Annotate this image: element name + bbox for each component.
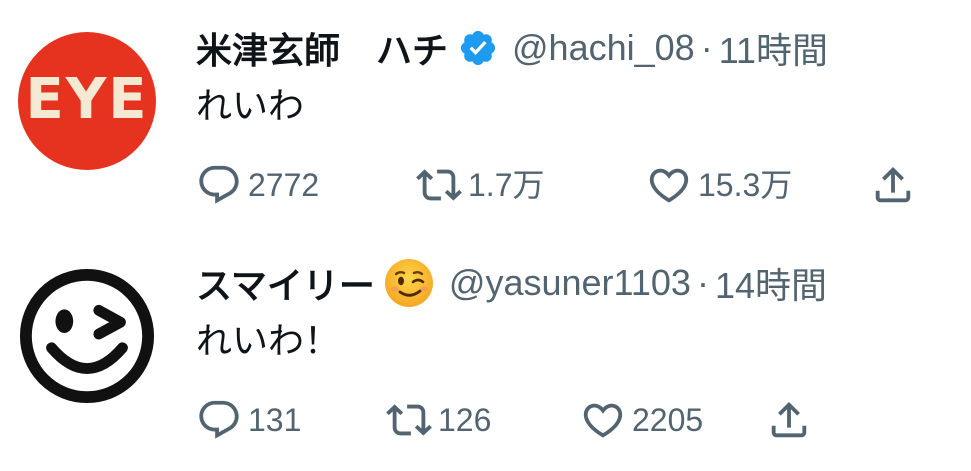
reply-count: 2772	[248, 167, 320, 203]
separator-dot: ·	[700, 27, 713, 68]
retweet-count: 126	[438, 402, 492, 438]
like-count: 2205	[632, 402, 704, 438]
avatar[interactable]: EYE	[18, 32, 156, 170]
separator-dot: ·	[696, 262, 709, 303]
share-icon	[771, 401, 807, 438]
reply-count: 131	[248, 402, 302, 438]
avatar[interactable]	[18, 267, 156, 405]
share-button[interactable]	[766, 393, 812, 447]
retweet-button[interactable]: 1.7万	[416, 158, 545, 212]
verified-badge-icon	[458, 28, 498, 68]
tweet[interactable]: スマイリー @yasuner1103 · 14時間 れいわ！ 131 126 2…	[0, 235, 971, 471]
timestamp[interactable]: 11時間	[719, 22, 828, 74]
tweet-header: 米津玄師 ハチ @hachi_08 · 11時間	[196, 26, 828, 71]
reply-icon	[199, 400, 239, 439]
like-icon	[649, 168, 689, 203]
display-name[interactable]: スマイリー	[196, 257, 375, 309]
reply-button[interactable]: 2772	[196, 158, 319, 212]
action-bar: 2772 1.7万 15.3万	[196, 158, 936, 212]
like-icon	[583, 403, 623, 438]
tweet-header: スマイリー @yasuner1103 · 14時間	[196, 259, 827, 307]
display-name[interactable]: 米津玄師 ハチ	[196, 22, 448, 74]
timestamp[interactable]: 14時間	[715, 257, 827, 309]
avatar-logo-text: EYE	[25, 67, 149, 132]
winking-face-icon	[383, 257, 435, 309]
share-icon	[875, 166, 911, 203]
tweet-text: れいわ	[196, 85, 305, 126]
reply-button[interactable]: 131	[196, 393, 301, 447]
retweet-icon	[386, 404, 432, 436]
share-button[interactable]	[870, 158, 916, 212]
reply-icon	[199, 165, 239, 204]
retweet-count: 1.7万	[468, 167, 545, 203]
like-button[interactable]: 2205	[580, 393, 703, 447]
retweet-icon	[416, 169, 462, 201]
user-handle[interactable]: @hachi_08	[512, 27, 695, 69]
action-bar: 131 126 2205	[196, 393, 936, 447]
retweet-button[interactable]: 126	[386, 393, 491, 447]
like-count: 15.3万	[698, 167, 793, 203]
user-handle[interactable]: @yasuner1103	[449, 262, 691, 304]
smiley-avatar-icon	[19, 268, 155, 404]
tweet[interactable]: EYE 米津玄師 ハチ @hachi_08 · 11時間 れいわ 2772 1.…	[0, 0, 971, 235]
like-button[interactable]: 15.3万	[646, 158, 792, 212]
tweet-text: れいわ！	[196, 320, 341, 361]
